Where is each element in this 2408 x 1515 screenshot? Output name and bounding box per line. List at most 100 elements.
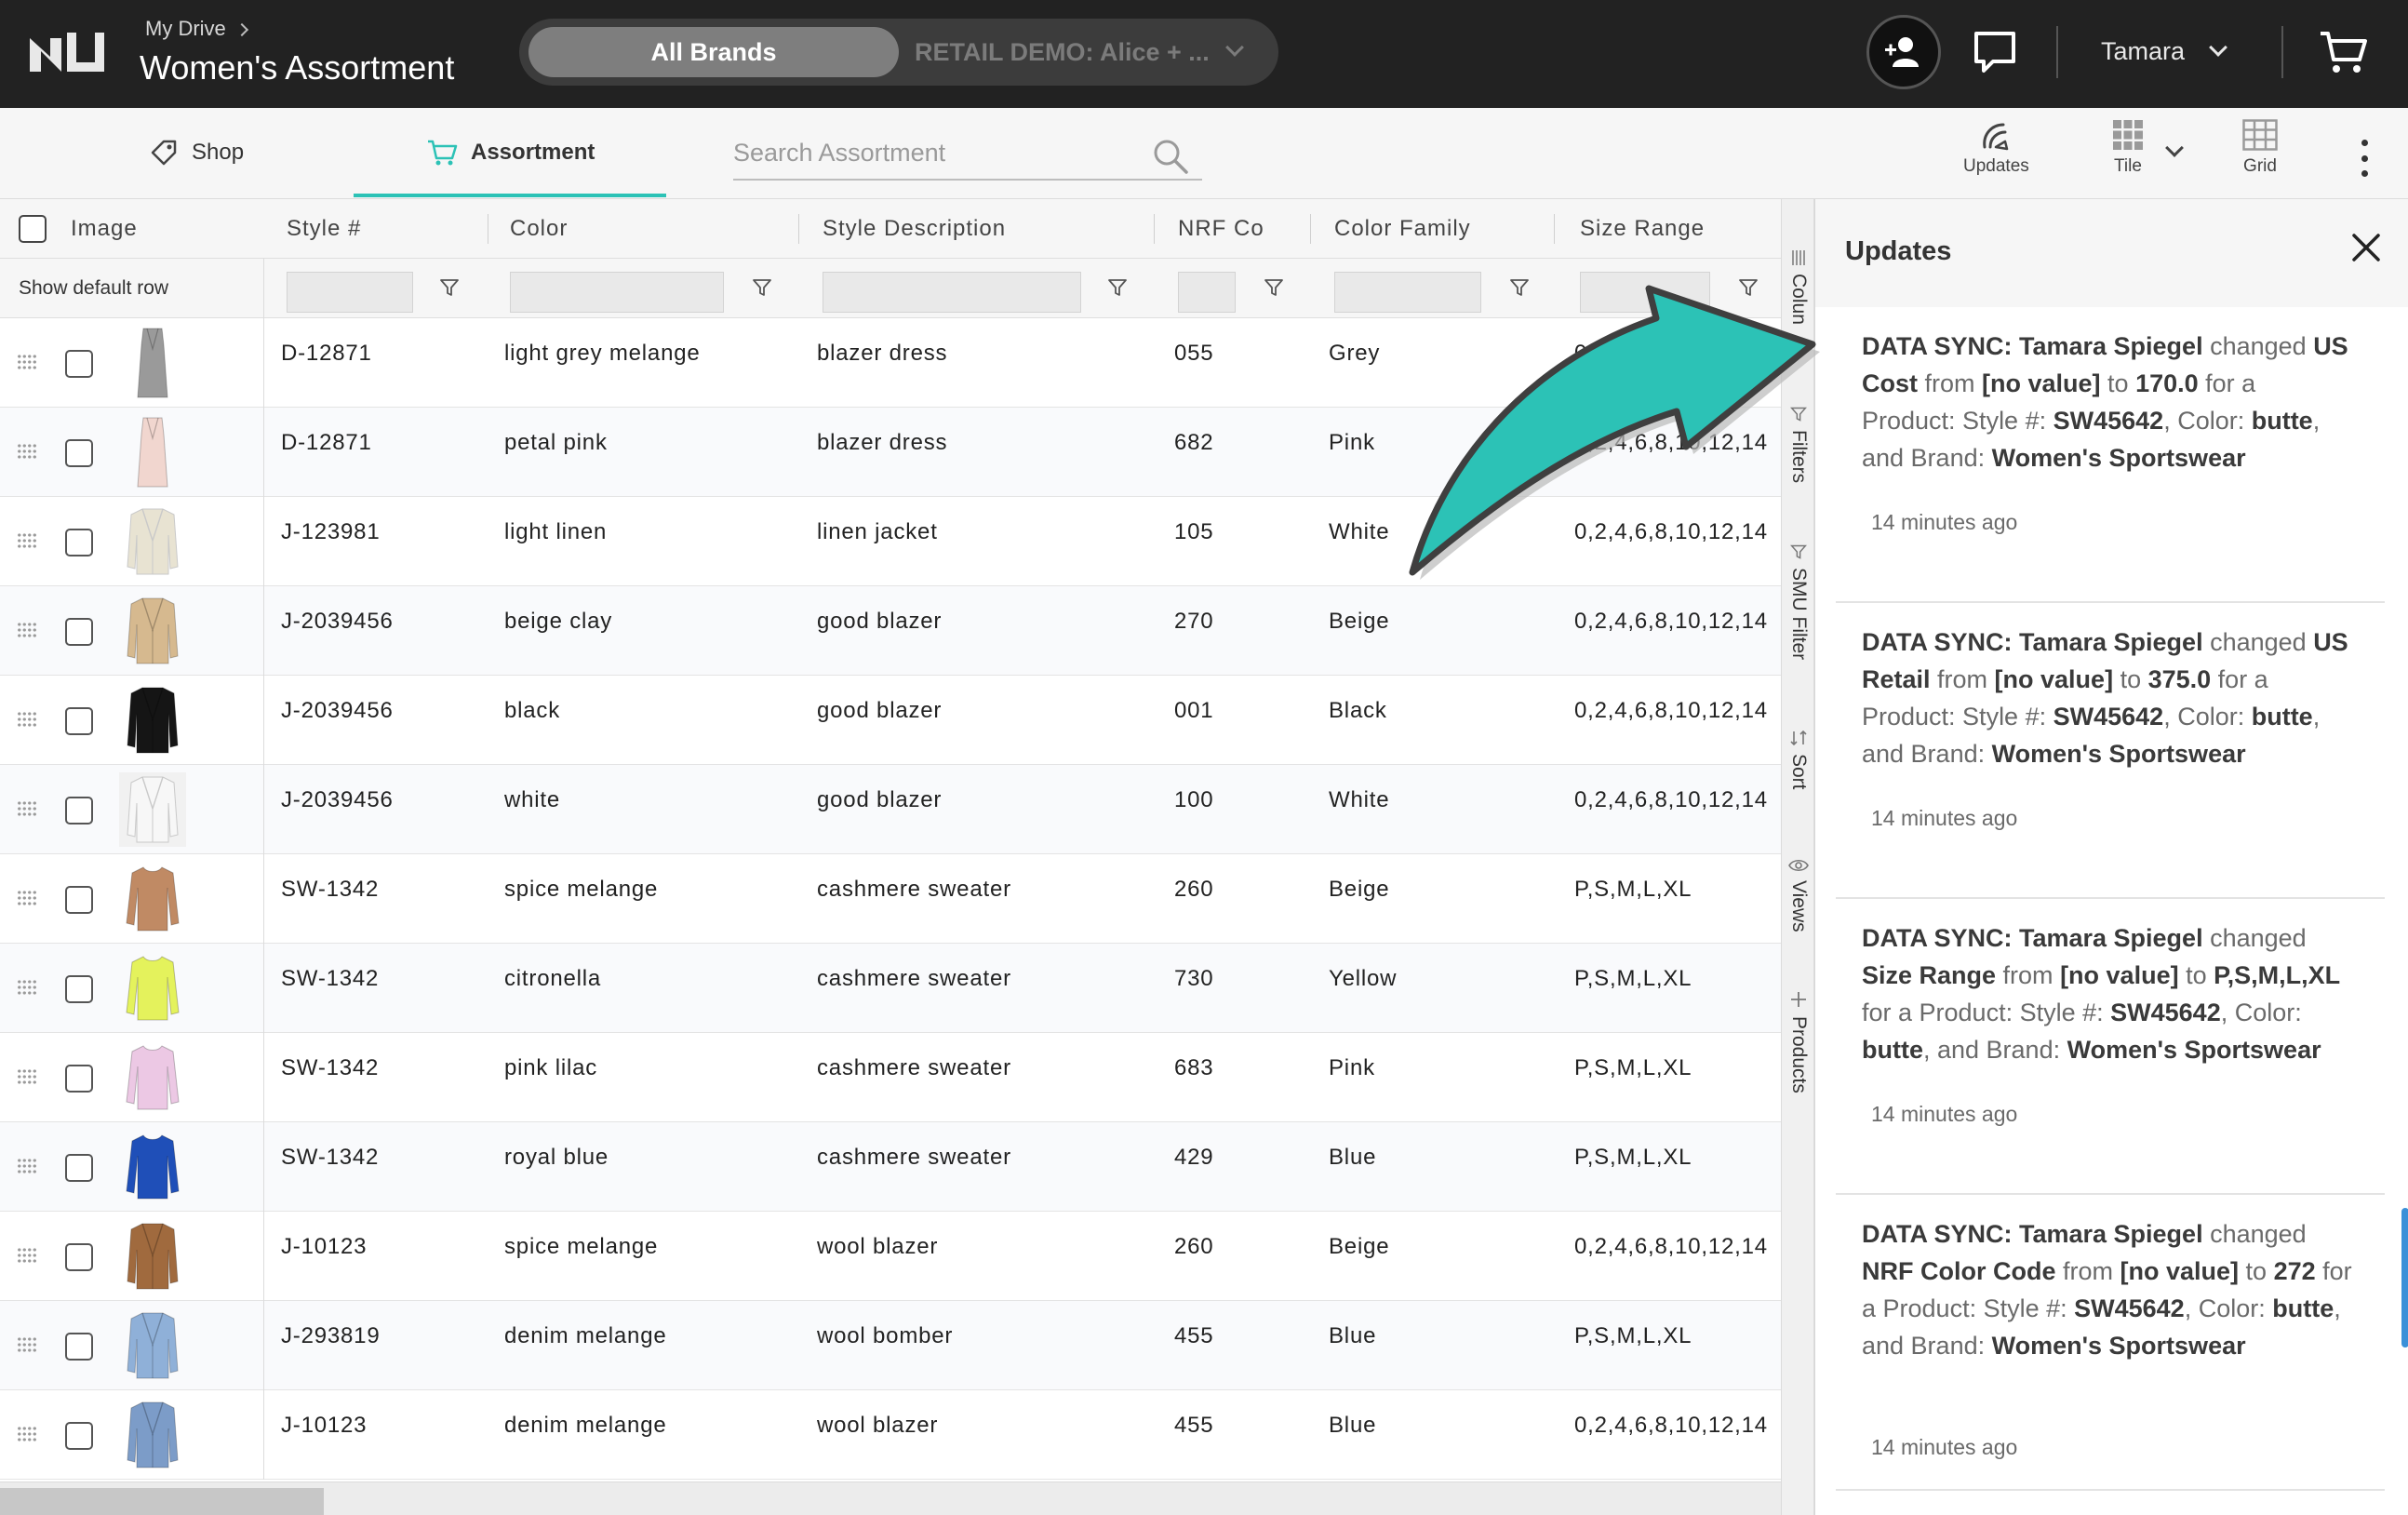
update-item[interactable]: DATA SYNC: Tamara Spiegel changed US Cos…	[1836, 307, 2385, 603]
product-thumbnail[interactable]	[119, 1219, 186, 1294]
row-checkbox[interactable]	[65, 618, 93, 646]
row-checkbox[interactable]	[65, 529, 93, 556]
select-all-checkbox[interactable]	[19, 215, 47, 243]
drag-handle-icon[interactable]	[17, 979, 37, 996]
table-row[interactable]: J-293819 denim melange wool bomber 455 Blue P…	[0, 1301, 1781, 1390]
brand-retail-option[interactable]: RETAIL DEMO: Alice + ...	[915, 19, 1210, 86]
filter-field-style[interactable]	[287, 272, 413, 313]
rail-sort[interactable]: Sort	[1782, 730, 1815, 790]
breadcrumb[interactable]: My Drive	[145, 17, 248, 41]
product-thumbnail[interactable]	[119, 415, 186, 489]
column-divider[interactable]	[1310, 214, 1311, 244]
column-divider[interactable]	[1154, 214, 1155, 244]
drag-handle-icon[interactable]	[17, 443, 37, 460]
rail-filters[interactable]: Filters	[1782, 406, 1815, 483]
drag-handle-icon[interactable]	[17, 711, 37, 728]
rail-products[interactable]: Products	[1782, 990, 1815, 1093]
breadcrumb-label[interactable]: My Drive	[145, 17, 226, 40]
search-icon[interactable]	[1152, 138, 1189, 175]
rail-columns[interactable]: Colun	[1782, 249, 1815, 325]
row-checkbox[interactable]	[65, 439, 93, 467]
product-thumbnail[interactable]	[119, 504, 186, 579]
add-user-button[interactable]	[1866, 15, 1941, 89]
table-row[interactable]: D-12871 light grey melange blazer dress 055…	[0, 318, 1781, 408]
chevron-down-icon[interactable]	[1225, 38, 1244, 57]
column-header-size-range[interactable]: Size Range	[1580, 199, 1705, 259]
table-row[interactable]: J-123981 light linen linen jacket 105 White 0…	[0, 497, 1781, 586]
drag-handle-icon[interactable]	[17, 622, 37, 638]
update-item[interactable]: DATA SYNC: Tamara Spiegel changed US Ret…	[1836, 603, 2385, 899]
chevron-down-icon[interactable]	[2209, 38, 2227, 57]
filter-field-color-family[interactable]	[1334, 272, 1481, 313]
row-checkbox[interactable]	[65, 797, 93, 825]
column-header-style-description[interactable]: Style Description	[823, 199, 1006, 259]
filter-icon[interactable]	[1509, 277, 1530, 298]
column-header-style[interactable]: Style #	[287, 199, 361, 259]
drag-handle-icon[interactable]	[17, 1068, 37, 1085]
product-thumbnail[interactable]	[119, 1308, 186, 1383]
drag-handle-icon[interactable]	[17, 800, 37, 817]
brand-switcher[interactable]: All Brands RETAIL DEMO: Alice + ...	[519, 19, 1278, 86]
row-checkbox[interactable]	[65, 1154, 93, 1182]
drag-handle-icon[interactable]	[17, 1158, 37, 1174]
drag-handle-icon[interactable]	[17, 1247, 37, 1264]
filter-field-color[interactable]	[510, 272, 724, 313]
table-row[interactable]: J-2039456 beige clay good blazer 270 Beige 0,…	[0, 586, 1781, 676]
filter-field-size-range[interactable]	[1580, 272, 1710, 313]
drag-handle-icon[interactable]	[17, 1336, 37, 1353]
scrollbar-thumb[interactable]	[0, 1488, 324, 1515]
more-options-icon[interactable]	[2354, 140, 2375, 177]
product-thumbnail[interactable]	[119, 951, 186, 1026]
row-checkbox[interactable]	[65, 350, 93, 378]
table-row[interactable]: J-2039456 black good blazer 001 Black 0,2,4,6…	[0, 676, 1781, 765]
product-thumbnail[interactable]	[119, 772, 186, 847]
rail-views[interactable]: Views	[1782, 858, 1815, 932]
drag-handle-icon[interactable]	[17, 354, 37, 370]
row-checkbox[interactable]	[65, 975, 93, 1003]
chat-icon[interactable]	[1969, 26, 2021, 78]
table-row[interactable]: J-10123 denim melange wool blazer 455 Blue 0,…	[0, 1390, 1781, 1480]
filter-icon[interactable]	[752, 277, 772, 298]
product-thumbnail[interactable]	[119, 1130, 186, 1204]
product-thumbnail[interactable]	[119, 683, 186, 758]
column-divider[interactable]	[798, 214, 799, 244]
cart-icon[interactable]	[2317, 28, 2369, 76]
filter-field-style-description[interactable]	[823, 272, 1081, 313]
product-thumbnail[interactable]	[119, 1398, 186, 1472]
filter-icon[interactable]	[1738, 277, 1759, 298]
tile-view-button[interactable]: Tile	[2112, 119, 2144, 177]
drag-handle-icon[interactable]	[17, 890, 37, 906]
brand-all-button[interactable]: All Brands	[528, 27, 899, 77]
tab-assortment[interactable]: Assortment	[426, 108, 595, 197]
row-checkbox[interactable]	[65, 1422, 93, 1450]
product-thumbnail[interactable]	[119, 1040, 186, 1115]
row-checkbox[interactable]	[65, 707, 93, 735]
panel-scrollbar[interactable]	[2401, 1208, 2408, 1347]
table-row[interactable]: SW-1342 pink lilac cashmere sweater 683 Pink…	[0, 1033, 1781, 1122]
table-row[interactable]: J-10123 spice melange wool blazer 260 Beige 0…	[0, 1212, 1781, 1301]
search-input[interactable]	[733, 128, 1143, 177]
close-icon[interactable]	[2349, 231, 2383, 264]
search-box[interactable]	[733, 128, 1202, 181]
show-default-row-toggle[interactable]: Show default row	[19, 259, 168, 318]
table-row[interactable]: SW-1342 royal blue cashmere sweater 429 Blue…	[0, 1122, 1781, 1212]
filter-icon[interactable]	[1107, 277, 1128, 298]
update-item[interactable]: DATA SYNC: Tamara Spiegel changed NRF Co…	[1836, 1195, 2385, 1491]
drag-handle-icon[interactable]	[17, 1426, 37, 1442]
column-divider[interactable]	[1554, 214, 1555, 244]
rail-smu-filter[interactable]: SMU Filter	[1782, 543, 1815, 660]
table-row[interactable]: J-2039456 white good blazer 100 White 0,2,4,6…	[0, 765, 1781, 854]
row-checkbox[interactable]	[65, 1065, 93, 1093]
column-header-image[interactable]: Image	[71, 199, 138, 259]
filter-field-nrf-code[interactable]	[1178, 272, 1236, 313]
tab-shop[interactable]: Shop	[149, 108, 244, 197]
product-thumbnail[interactable]	[119, 326, 186, 400]
table-row[interactable]: SW-1342 spice melange cashmere sweater 260 B…	[0, 854, 1781, 944]
row-checkbox[interactable]	[65, 886, 93, 914]
product-thumbnail[interactable]	[119, 862, 186, 936]
table-row[interactable]: SW-1342 citronella cashmere sweater 730 Yell…	[0, 944, 1781, 1033]
table-row[interactable]: D-12871 petal pink blazer dress 682 Pink 0,2,…	[0, 408, 1781, 497]
filter-icon[interactable]	[439, 277, 460, 298]
filter-icon[interactable]	[1264, 277, 1284, 298]
column-header-color-family[interactable]: Color Family	[1334, 199, 1471, 259]
